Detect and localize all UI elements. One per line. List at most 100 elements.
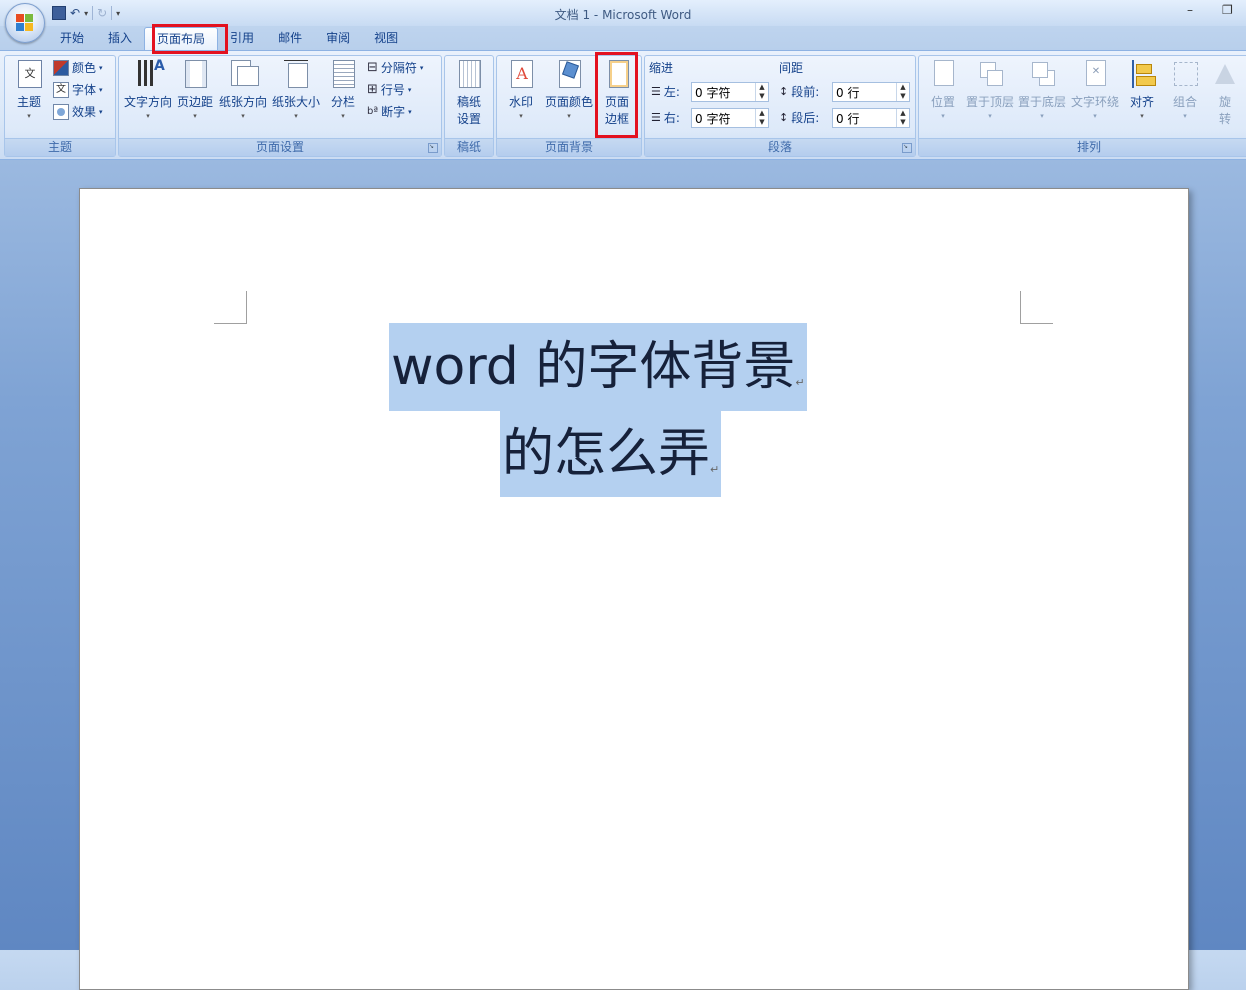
- tab-review[interactable]: 审阅: [314, 27, 362, 49]
- page-borders-button[interactable]: 页面 边框: [600, 60, 634, 128]
- restore-button[interactable]: ❐: [1222, 3, 1233, 17]
- align-icon: [1128, 60, 1156, 90]
- chevron-down-icon: ▾: [1140, 112, 1144, 120]
- page-borders-label-2: 边框: [604, 112, 629, 126]
- tab-home[interactable]: 开始: [48, 27, 96, 49]
- rotate-label-2: 转: [1218, 112, 1231, 126]
- tab-insert[interactable]: 插入: [96, 27, 144, 49]
- group-label-paragraph: 段落: [645, 138, 915, 156]
- group-objects-button[interactable]: 组合 ▾: [1167, 60, 1203, 121]
- manuscript-settings-button[interactable]: 稿纸 设置: [449, 60, 489, 128]
- minimize-button[interactable]: –: [1187, 3, 1193, 17]
- spacing-before-input[interactable]: 0 行 ▲ ▼: [832, 82, 910, 102]
- group-themes: 文 主题 ▾ 颜色 ▾ 文 字体 ▾ 效果 ▾ 主题: [4, 55, 116, 157]
- manuscript-label-2: 设置: [456, 112, 481, 126]
- margin-corner-top-right: [1020, 291, 1053, 324]
- margins-icon: [181, 60, 209, 90]
- spin-arrows-icon[interactable]: ▲ ▼: [755, 83, 768, 101]
- hyphenation-button[interactable]: bª 断字 ▾: [367, 102, 412, 122]
- margin-corner-top-left: [214, 291, 247, 324]
- theme-effects-button[interactable]: 效果 ▾: [53, 102, 103, 122]
- breaks-icon: ⊟: [367, 60, 378, 75]
- group-label-page-background: 页面背景: [497, 138, 641, 156]
- spacing-before-value: 0 行: [836, 86, 860, 100]
- tab-references[interactable]: 引用: [218, 27, 266, 49]
- theme-colors-label: 颜色: [72, 61, 97, 75]
- watermark-button[interactable]: A 水印 ▾: [501, 60, 541, 121]
- position-button[interactable]: 位置 ▾: [925, 60, 961, 121]
- orientation-icon: [229, 60, 259, 90]
- indent-title: 缩进: [649, 61, 674, 75]
- themes-label: 主题: [16, 95, 41, 109]
- page-color-button[interactable]: 页面颜色 ▾: [541, 60, 597, 121]
- hyphenation-label: 断字: [381, 105, 406, 119]
- text-direction-label: 文字方向: [123, 95, 172, 109]
- spacing-after-text: 段后:: [791, 111, 820, 125]
- indent-left-input[interactable]: 0 字符 ▲ ▼: [691, 82, 769, 102]
- orientation-button[interactable]: 纸张方向 ▾: [219, 60, 267, 121]
- office-button[interactable]: [5, 3, 45, 43]
- themes-button[interactable]: 文 主题 ▾: [9, 60, 49, 121]
- spin-arrows-icon[interactable]: ▲ ▼: [896, 83, 909, 101]
- columns-label: 分栏: [330, 95, 355, 109]
- send-to-back-label: 置于底层: [1017, 95, 1066, 109]
- theme-fonts-label: 字体: [72, 83, 97, 97]
- group-objects-label: 组合: [1172, 95, 1197, 109]
- align-label: 对齐: [1129, 95, 1154, 109]
- chevron-down-icon: ▾: [988, 112, 992, 120]
- ribbon: 文 主题 ▾ 颜色 ▾ 文 字体 ▾ 效果 ▾ 主题 A 文字方向 ▾ 页边距 …: [0, 50, 1246, 160]
- palette-icon: [53, 60, 69, 76]
- text-direction-button[interactable]: A 文字方向 ▾: [122, 58, 174, 121]
- margins-button[interactable]: 页边距 ▾: [175, 60, 215, 121]
- text-direction-icon: A: [134, 58, 165, 90]
- manuscript-label-1: 稿纸: [456, 95, 481, 109]
- spacing-before-label: ↕ 段前:: [779, 82, 819, 102]
- size-button[interactable]: 纸张大小 ▾: [271, 60, 321, 121]
- bring-to-front-button[interactable]: 置于顶层 ▾: [965, 60, 1015, 121]
- indent-right-input[interactable]: 0 字符 ▲ ▼: [691, 108, 769, 128]
- indent-right-text: 右:: [663, 111, 680, 125]
- indent-left-label: ☰ 左:: [651, 82, 680, 102]
- tab-view[interactable]: 视图: [362, 27, 410, 49]
- send-to-back-icon: [1028, 60, 1056, 90]
- group-label-themes: 主题: [5, 138, 115, 156]
- selected-text-line-1[interactable]: word 的字体背景↵: [389, 323, 807, 411]
- align-button[interactable]: 对齐 ▾: [1124, 60, 1160, 121]
- tab-mailings[interactable]: 邮件: [266, 27, 314, 49]
- send-to-back-button[interactable]: 置于底层 ▾: [1017, 60, 1067, 121]
- paragraph-mark-icon: ↵: [710, 463, 720, 476]
- paint-bucket-icon: [555, 60, 583, 90]
- chevron-down-icon: ▾: [567, 112, 571, 120]
- chevron-down-icon: ▾: [146, 112, 150, 120]
- spacing-after-input[interactable]: 0 行 ▲ ▼: [832, 108, 910, 128]
- columns-button[interactable]: 分栏 ▾: [325, 60, 361, 121]
- spacing-before-text: 段前:: [791, 85, 820, 99]
- spin-arrows-icon[interactable]: ▲ ▼: [896, 109, 909, 127]
- dialog-launcher-icon[interactable]: ↘: [902, 143, 912, 153]
- indent-right-label: ☰ 右:: [651, 108, 680, 128]
- spin-arrows-icon[interactable]: ▲ ▼: [755, 109, 768, 127]
- text-cjk: 的字体背景: [535, 337, 796, 397]
- tab-page-layout[interactable]: 页面布局: [144, 27, 219, 50]
- manuscript-grid-icon: [455, 60, 483, 90]
- line-numbers-button[interactable]: ⊞ 行号 ▾: [367, 80, 411, 100]
- document-page[interactable]: word 的字体背景↵ 的怎么弄↵: [79, 188, 1189, 990]
- indent-left-value: 0 字符: [695, 86, 731, 100]
- dialog-launcher-icon[interactable]: ↘: [428, 143, 438, 153]
- theme-fonts-button[interactable]: 文 字体 ▾: [53, 80, 103, 100]
- theme-colors-button[interactable]: 颜色 ▾: [53, 58, 103, 78]
- text-wrapping-button[interactable]: ✕ 文字环绕 ▾: [1070, 60, 1120, 121]
- chevron-down-icon: ▾: [519, 112, 523, 120]
- spacing-before-icon: ↕: [779, 85, 789, 98]
- chevron-down-icon: ▾: [1093, 112, 1097, 120]
- spacing-after-label: ↕ 段后:: [779, 108, 819, 128]
- rotate-button[interactable]: 旋 转: [1209, 60, 1241, 128]
- group-objects-icon: [1171, 60, 1199, 90]
- selected-text-line-2[interactable]: 的怎么弄↵: [500, 411, 722, 497]
- position-label: 位置: [930, 95, 955, 109]
- spacing-after-icon: ↕: [779, 111, 789, 124]
- watermark-icon: A: [507, 60, 535, 90]
- chevron-down-icon: ▾: [1183, 112, 1187, 120]
- breaks-button[interactable]: ⊟ 分隔符 ▾: [367, 58, 423, 78]
- position-icon: [929, 60, 957, 90]
